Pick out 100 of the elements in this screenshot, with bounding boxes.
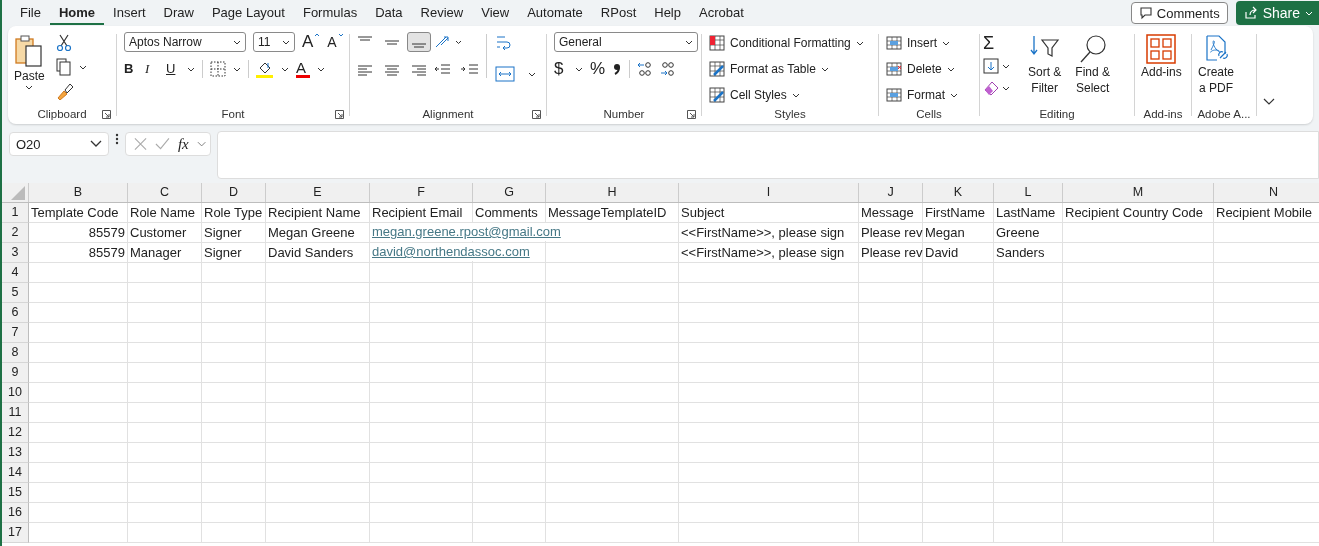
increase-decimal-icon[interactable] — [637, 61, 654, 77]
row-header[interactable]: 3 — [2, 243, 29, 263]
more-icon[interactable] — [115, 132, 119, 146]
font-name-dropdown[interactable]: Aptos Narrow — [124, 32, 246, 52]
ribbon-tab[interactable]: Help — [645, 1, 690, 25]
row-header[interactable]: 16 — [2, 503, 29, 523]
column-header[interactable]: C — [128, 183, 202, 202]
caret-icon[interactable] — [281, 66, 289, 72]
column-header[interactable]: H — [546, 183, 679, 202]
orientation-icon[interactable] — [434, 35, 462, 49]
percent-button[interactable]: % — [590, 60, 606, 78]
increase-font-size-button[interactable]: A — [302, 33, 321, 51]
row-header[interactable]: 1 — [2, 203, 29, 223]
caret-icon[interactable] — [575, 66, 583, 72]
font-size-dropdown[interactable]: 11 — [253, 32, 295, 52]
column-header[interactable]: F — [370, 183, 473, 202]
currency-button[interactable]: $ — [554, 60, 568, 78]
ribbon-tab[interactable]: Insert — [104, 1, 155, 25]
row-header[interactable]: 10 — [2, 383, 29, 403]
bold-button[interactable]: B — [124, 60, 138, 78]
decrease-font-size-button[interactable]: A — [327, 33, 344, 51]
row-header[interactable]: 15 — [2, 483, 29, 503]
email-link[interactable]: megan.greene.rpost@gmail.com — [370, 223, 563, 241]
find-select-button[interactable]: Find & Select — [1072, 32, 1114, 98]
create-pdf-button[interactable]: Create a PDF — [1195, 32, 1238, 98]
row-header[interactable]: 14 — [2, 463, 29, 483]
ribbon-tab[interactable]: Formulas — [293, 1, 367, 25]
ribbon-tab[interactable]: View — [472, 1, 519, 25]
column-header[interactable]: D — [202, 183, 266, 202]
chevron-down-icon[interactable] — [1263, 98, 1275, 106]
eraser-icon[interactable] — [983, 80, 1011, 96]
ribbon-tab[interactable]: Page Layout — [202, 1, 294, 25]
fill-color-icon[interactable] — [256, 60, 274, 78]
ribbon-tab[interactable]: Draw — [154, 1, 203, 25]
row-header[interactable]: 12 — [2, 423, 29, 443]
table-cell — [994, 483, 1063, 503]
indent-icon[interactable] — [434, 64, 478, 76]
ribbon-tab[interactable]: RPost — [591, 1, 646, 25]
column-header[interactable]: E — [266, 183, 370, 202]
underline-button[interactable]: U — [166, 60, 180, 78]
row-header[interactable]: 4 — [2, 263, 29, 283]
dialog-launcher-icon[interactable] — [102, 110, 111, 119]
row-header[interactable]: 2 — [2, 223, 29, 243]
number-format-dropdown[interactable]: General — [554, 32, 698, 52]
copy-icon[interactable] — [55, 58, 86, 76]
styles-button[interactable]: Cell Styles — [709, 84, 800, 106]
row-header[interactable]: 9 — [2, 363, 29, 383]
autosum-button[interactable]: Σ — [983, 34, 1017, 52]
comments-button[interactable]: Comments — [1130, 2, 1228, 24]
row-header[interactable]: 13 — [2, 443, 29, 463]
caret-icon[interactable] — [317, 66, 325, 72]
wrap-text-icon[interactable] — [495, 34, 513, 52]
column-header[interactable]: J — [859, 183, 923, 202]
ribbon-tab[interactable]: Data — [366, 1, 412, 25]
ribbon-tab[interactable]: Acrobat — [690, 1, 753, 25]
ribbon-tab[interactable]: Review — [411, 1, 473, 25]
caret-icon — [950, 92, 958, 98]
row-header[interactable]: 5 — [2, 283, 29, 303]
styles-button[interactable]: Conditional Formatting — [709, 32, 864, 54]
row-header[interactable]: 7 — [2, 323, 29, 343]
italic-button[interactable]: I — [145, 60, 159, 78]
column-header[interactable]: K — [923, 183, 994, 202]
column-header[interactable]: M — [1063, 183, 1214, 202]
format-painter-icon[interactable] — [55, 82, 74, 100]
column-header[interactable]: G — [473, 183, 546, 202]
row-header[interactable]: 6 — [2, 303, 29, 323]
decrease-decimal-icon[interactable] — [660, 61, 677, 77]
share-button[interactable]: Share — [1235, 1, 1319, 25]
name-box[interactable]: O20 — [9, 132, 109, 156]
scissors-icon[interactable] — [55, 34, 72, 52]
caret-icon[interactable] — [187, 66, 195, 72]
fill-down-icon[interactable] — [983, 58, 1011, 74]
merge-center-icon[interactable] — [495, 66, 537, 82]
paste-button[interactable]: Paste — [11, 32, 48, 92]
column-header[interactable]: L — [994, 183, 1063, 202]
add-ins-button[interactable]: Add-ins — [1138, 32, 1185, 82]
formula-input[interactable] — [217, 131, 1319, 179]
insert-function-button[interactable]: fx — [177, 135, 189, 153]
caret-icon[interactable] — [233, 66, 241, 72]
dialog-launcher-icon[interactable] — [532, 110, 541, 119]
column-header[interactable]: B — [29, 183, 128, 202]
ribbon-tab[interactable]: Automate — [518, 1, 592, 25]
styles-button[interactable]: Format as Table — [709, 58, 829, 80]
dialog-launcher-icon[interactable] — [687, 110, 696, 119]
row-header[interactable]: 17 — [2, 523, 29, 543]
ribbon-tab[interactable]: File — [11, 1, 50, 25]
cells-button[interactable]: Insert — [886, 32, 950, 54]
cells-button[interactable]: Delete — [886, 58, 955, 80]
cells-button[interactable]: Format — [886, 84, 958, 106]
sort-filter-button[interactable]: Sort & Filter — [1025, 32, 1065, 98]
row-header[interactable]: 8 — [2, 343, 29, 363]
dialog-launcher-icon[interactable] — [335, 110, 344, 119]
email-link[interactable]: david@northendassoc.com — [370, 243, 532, 261]
column-header[interactable]: I — [679, 183, 859, 202]
comma-style-icon[interactable] — [612, 62, 623, 76]
align-button[interactable] — [407, 32, 431, 52]
column-header[interactable]: N — [1214, 183, 1319, 202]
row-header[interactable]: 11 — [2, 403, 29, 423]
font-color-button[interactable]: A — [296, 60, 310, 78]
borders-icon[interactable] — [210, 61, 226, 77]
